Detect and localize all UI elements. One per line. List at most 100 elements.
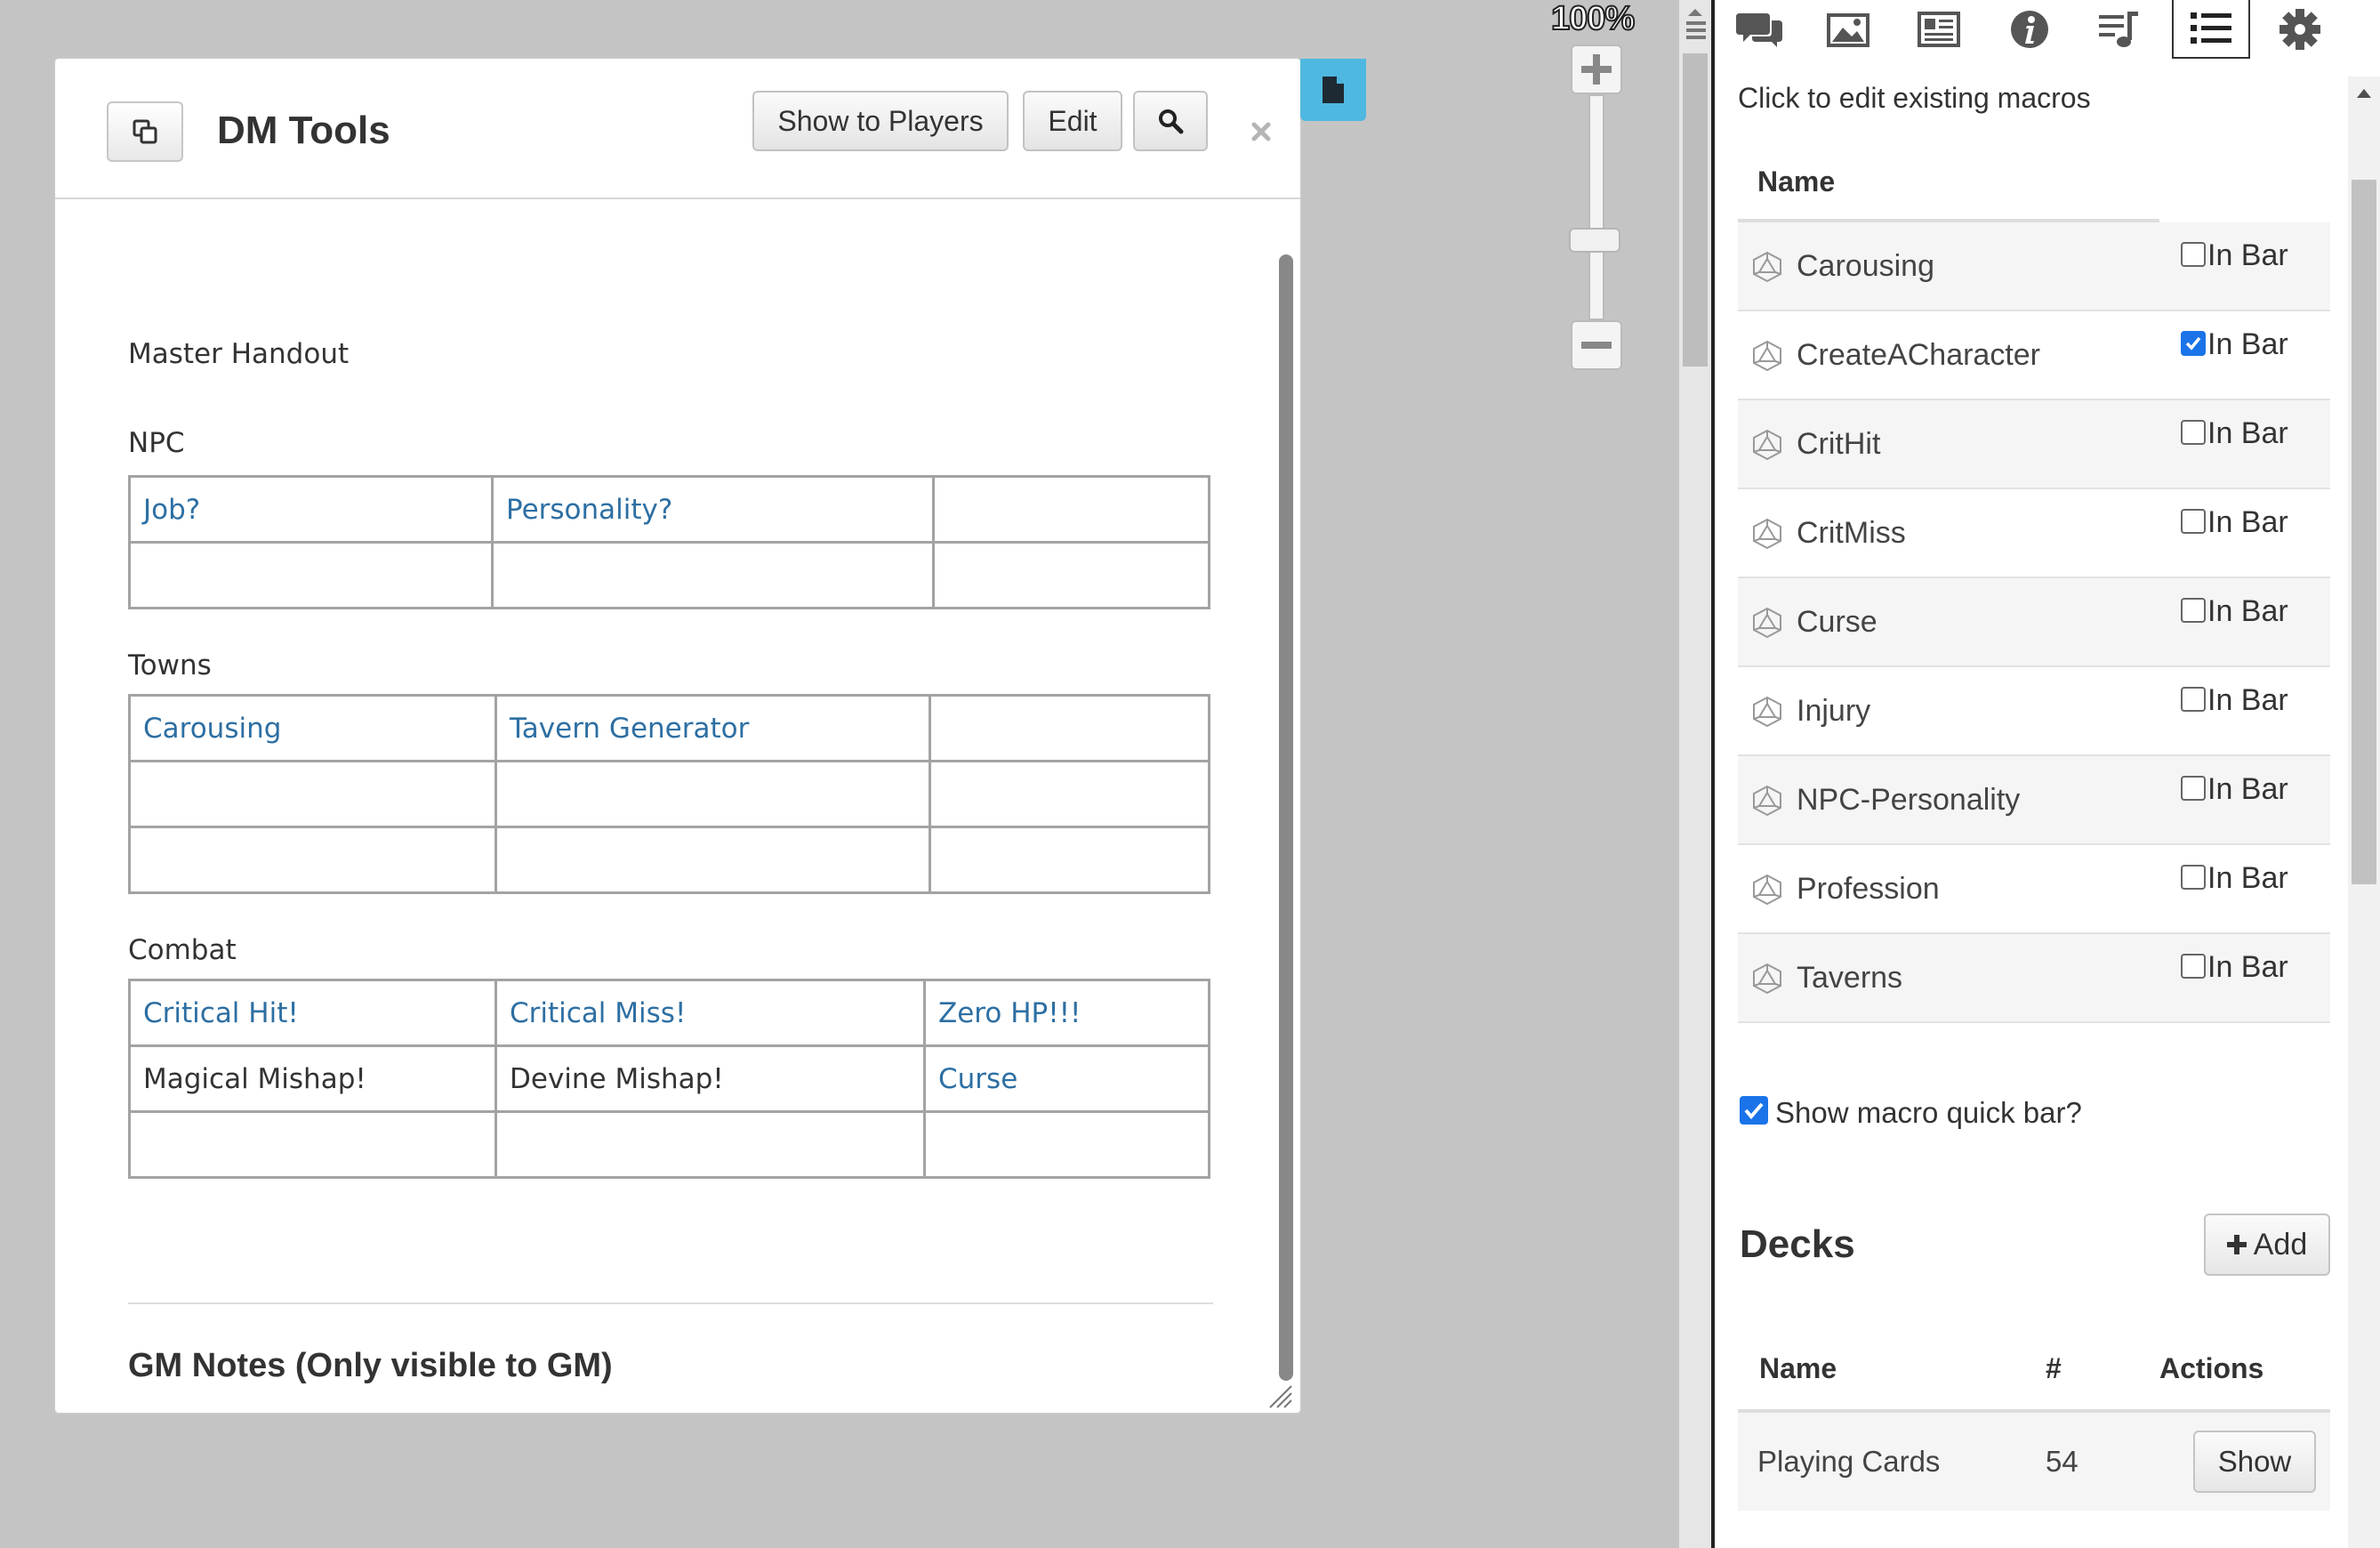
macro-row[interactable]: CritMiss In Bar bbox=[1738, 489, 2330, 578]
tab-journal[interactable] bbox=[1900, 0, 1978, 59]
gm-notes-heading: GM Notes (Only visible to GM) bbox=[128, 1347, 613, 1384]
d20-icon bbox=[1753, 874, 1781, 906]
macro-row[interactable]: CritHit In Bar bbox=[1738, 400, 2330, 489]
zoom-slider-handle[interactable] bbox=[1569, 228, 1620, 253]
show-to-players-button[interactable]: Show to Players bbox=[752, 91, 1009, 151]
edit-button[interactable]: Edit bbox=[1023, 91, 1122, 151]
art-library-icon bbox=[1827, 13, 1869, 47]
tab-collections[interactable] bbox=[2172, 0, 2250, 59]
macros-name-header: Name bbox=[1757, 165, 1836, 198]
macro-row[interactable]: Taverns In Bar bbox=[1738, 934, 2330, 1023]
tab-jukebox[interactable] bbox=[2079, 0, 2158, 59]
add-deck-button[interactable]: Add bbox=[2204, 1213, 2330, 1276]
in-bar-label: In Bar bbox=[2207, 594, 2288, 628]
popout-button[interactable] bbox=[107, 101, 183, 162]
dialog-scrollbar[interactable] bbox=[1279, 254, 1293, 1381]
scroll-up-arrow-icon[interactable] bbox=[2348, 84, 2380, 110]
sidebar-collapse-strip[interactable] bbox=[1679, 0, 1711, 1548]
link-critical-hit[interactable]: Critical Hit! bbox=[128, 979, 497, 1047]
handout-tab[interactable] bbox=[1300, 59, 1366, 121]
table-cell bbox=[932, 475, 1210, 544]
tab-info[interactable] bbox=[1990, 0, 2069, 59]
link-job[interactable]: Job? bbox=[128, 475, 494, 544]
in-bar-checkbox[interactable] bbox=[2181, 598, 2206, 623]
zoom-level-text: 100% bbox=[1550, 0, 1636, 38]
macro-name[interactable]: Profession bbox=[1797, 872, 1940, 907]
macro-name[interactable]: Carousing bbox=[1797, 249, 1934, 284]
link-tavern-generator[interactable]: Tavern Generator bbox=[494, 694, 931, 762]
macro-name[interactable]: NPC-Personality bbox=[1797, 783, 2020, 818]
zoom-in-button[interactable] bbox=[1571, 44, 1622, 94]
in-bar-checkbox[interactable] bbox=[2181, 509, 2206, 534]
npc-table: Job? Personality? bbox=[128, 475, 1210, 609]
tab-settings[interactable] bbox=[2261, 0, 2339, 59]
macro-row[interactable]: NPC-Personality In Bar bbox=[1738, 756, 2330, 845]
collections-list-icon bbox=[2191, 12, 2231, 44]
macro-name[interactable]: Curse bbox=[1797, 605, 1877, 640]
info-icon bbox=[2011, 11, 2048, 48]
quick-bar-checkbox[interactable] bbox=[1740, 1096, 1768, 1125]
macro-row[interactable]: CreateACharacter In Bar bbox=[1738, 311, 2330, 400]
add-button-label: Add bbox=[2253, 1227, 2308, 1262]
deck-name[interactable]: Playing Cards bbox=[1757, 1445, 1940, 1479]
scrollbar-thumb[interactable] bbox=[2352, 180, 2376, 884]
table-cell bbox=[128, 1110, 497, 1179]
close-dialog-button[interactable] bbox=[1243, 114, 1279, 149]
table-cell bbox=[494, 1110, 926, 1179]
macro-row[interactable]: Curse In Bar bbox=[1738, 578, 2330, 667]
in-bar-checkbox[interactable] bbox=[2181, 242, 2206, 267]
table-cell bbox=[929, 826, 1210, 894]
chat-bubbles-icon bbox=[1736, 13, 1782, 47]
in-bar-checkbox[interactable] bbox=[2181, 865, 2206, 890]
tab-chat[interactable] bbox=[1720, 0, 1798, 59]
table-cell bbox=[923, 1110, 1210, 1179]
in-bar-checkbox[interactable] bbox=[2181, 687, 2206, 712]
in-bar-label: In Bar bbox=[2207, 683, 2288, 717]
combat-table: Critical Hit! Critical Miss! Zero HP!!! … bbox=[128, 979, 1210, 1179]
macro-row[interactable]: Carousing In Bar bbox=[1738, 222, 2330, 311]
macro-name[interactable]: CritMiss bbox=[1797, 516, 1906, 551]
macros-hint-text: Click to edit existing macros bbox=[1738, 82, 2091, 114]
link-curse[interactable]: Curse bbox=[923, 1044, 1210, 1113]
search-button[interactable] bbox=[1133, 91, 1208, 151]
table-cell bbox=[494, 760, 931, 828]
zoom-slider-track[interactable] bbox=[1588, 94, 1604, 320]
decks-name-header: Name bbox=[1759, 1352, 1837, 1384]
macro-name[interactable]: Taverns bbox=[1797, 961, 1902, 996]
decks-count-header: # bbox=[2046, 1352, 2062, 1384]
in-bar-checkbox[interactable] bbox=[2181, 776, 2206, 801]
link-personality[interactable]: Personality? bbox=[491, 475, 935, 544]
panel-scrollbar[interactable] bbox=[2348, 77, 2380, 1548]
tab-art-library[interactable] bbox=[1809, 0, 1887, 59]
d20-icon bbox=[1753, 340, 1781, 372]
minus-icon bbox=[1581, 342, 1612, 349]
link-critical-miss[interactable]: Critical Miss! bbox=[494, 979, 926, 1047]
sidebar-tabs bbox=[1715, 0, 2380, 60]
divider bbox=[128, 1302, 1213, 1304]
jukebox-icon bbox=[2099, 12, 2138, 47]
zoom-out-button[interactable] bbox=[1571, 320, 1622, 370]
resize-handle-icon[interactable] bbox=[1266, 1383, 1293, 1409]
popout-icon bbox=[133, 119, 157, 144]
scrollbar-thumb[interactable] bbox=[1683, 53, 1708, 367]
in-bar-checkbox[interactable] bbox=[2181, 420, 2206, 445]
table-cell bbox=[932, 541, 1210, 609]
table-cell bbox=[128, 541, 494, 609]
macro-row[interactable]: Profession In Bar bbox=[1738, 845, 2330, 934]
in-bar-label: In Bar bbox=[2207, 416, 2288, 450]
towns-heading: Towns bbox=[128, 649, 212, 681]
link-zero-hp[interactable]: Zero HP!!! bbox=[923, 979, 1210, 1047]
checkmark-icon bbox=[2185, 336, 2201, 351]
macro-name[interactable]: Injury bbox=[1797, 694, 1870, 729]
menu-icon[interactable] bbox=[1684, 7, 1706, 43]
table-cell bbox=[929, 694, 1210, 762]
macro-name[interactable]: CritHit bbox=[1797, 427, 1880, 462]
quick-bar-label: Show macro quick bar? bbox=[1775, 1096, 2082, 1129]
show-deck-button[interactable]: Show bbox=[2193, 1431, 2316, 1493]
in-bar-checkbox[interactable] bbox=[2181, 331, 2206, 356]
link-carousing[interactable]: Carousing bbox=[128, 694, 497, 762]
towns-table: Carousing Tavern Generator bbox=[128, 694, 1210, 894]
macro-name[interactable]: CreateACharacter bbox=[1797, 338, 2040, 373]
in-bar-checkbox[interactable] bbox=[2181, 954, 2206, 979]
macro-row[interactable]: Injury In Bar bbox=[1738, 667, 2330, 756]
